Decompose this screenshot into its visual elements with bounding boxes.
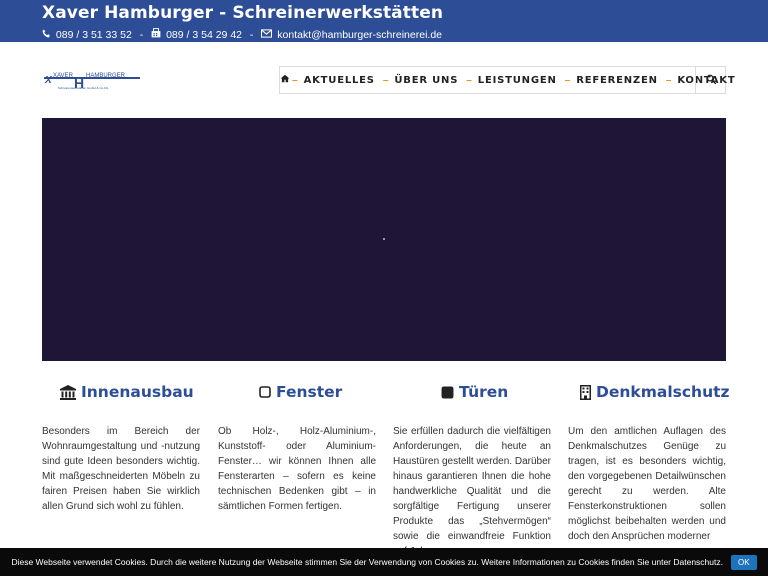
company-logo[interactable]: X XAVER H HAMBURGER Schreinerwerkstätten… bbox=[44, 68, 140, 92]
main-navigation: – AKTUELLES – ÜBER UNS – LEISTUNGEN – RE… bbox=[279, 66, 735, 94]
feature-title-tueren[interactable]: Türen bbox=[441, 380, 508, 404]
email-link[interactable]: kontakt@hamburger-schreinerei.de bbox=[277, 29, 442, 41]
nav-item-aktuelles[interactable]: AKTUELLES bbox=[304, 67, 375, 93]
contact-line: 089 / 3 51 33 52 - 089 / 3 54 29 42 - ko… bbox=[42, 28, 442, 41]
envelope-icon bbox=[261, 28, 273, 41]
search-button[interactable] bbox=[695, 67, 725, 93]
feature-text-innenausbau: Besonders im Bereich der Wohnraumgestalt… bbox=[42, 426, 200, 512]
nav-divider: – bbox=[292, 74, 298, 86]
feature-title-text: Türen bbox=[459, 383, 509, 401]
feature-title-text: Denkmalschutz bbox=[596, 383, 730, 401]
top-bar: Xaver Hamburger - Schreinerwerkstätten 0… bbox=[0, 0, 768, 42]
feature-text-tueren: Sie erfüllen dadurch die vielfältigen An… bbox=[393, 426, 551, 557]
phone-icon bbox=[42, 29, 51, 41]
hero-slider[interactable] bbox=[42, 118, 726, 361]
slider-loading-indicator bbox=[383, 238, 385, 240]
search-icon bbox=[706, 71, 716, 89]
separator: - bbox=[139, 28, 144, 41]
square-filled-icon bbox=[441, 386, 454, 399]
svg-text:Schreinerwerkstätten GmbH & Co: Schreinerwerkstätten GmbH & Co.KG bbox=[58, 86, 109, 90]
square-outline-icon bbox=[259, 386, 271, 398]
phone-number[interactable]: 089 / 3 51 33 52 bbox=[56, 29, 132, 41]
fax-number: 089 / 3 54 29 42 bbox=[166, 28, 242, 41]
nav-divider: – bbox=[382, 74, 389, 86]
nav-divider: – bbox=[466, 74, 472, 86]
cookie-ok-button[interactable]: OK bbox=[730, 554, 757, 570]
feature-text-fenster: Ob Holz-, Holz-Aluminium-, Kunststoff- o… bbox=[218, 426, 376, 512]
feature-title-innenausbau[interactable]: Innenausbau bbox=[60, 380, 194, 404]
feature-title-text: Innenausbau bbox=[81, 383, 194, 401]
nav-item-referenzen[interactable]: REFERENZEN bbox=[576, 67, 658, 93]
cookie-notice-text: Diese Webseite verwendet Cookies. Durch … bbox=[11, 557, 723, 567]
nav-item-ueber-uns[interactable]: ÜBER UNS bbox=[394, 67, 458, 93]
svg-text:HAMBURGER: HAMBURGER bbox=[86, 73, 126, 79]
nav-divider: – bbox=[564, 74, 571, 86]
feature-title-denkmalschutz[interactable]: Denkmalschutz bbox=[580, 380, 730, 404]
separator: - bbox=[249, 28, 254, 41]
svg-text:X: X bbox=[44, 75, 53, 86]
home-icon bbox=[280, 74, 290, 86]
cookie-notice: Diese Webseite verwendet Cookies. Durch … bbox=[0, 548, 768, 576]
nav-item-leistungen[interactable]: LEISTUNGEN bbox=[478, 67, 557, 93]
office-building-icon bbox=[580, 384, 591, 400]
feature-title-text: Fenster bbox=[276, 383, 343, 401]
feature-text-denkmalschutz: Um den amtlichen Auflagen des Denkmalsch… bbox=[568, 426, 726, 542]
nav-home[interactable] bbox=[280, 67, 290, 93]
building-icon bbox=[60, 384, 76, 400]
fax-icon bbox=[151, 28, 161, 41]
svg-text:XAVER: XAVER bbox=[53, 73, 74, 79]
site-title: Xaver Hamburger - Schreinerwerkstätten bbox=[42, 3, 444, 23]
feature-title-fenster[interactable]: Fenster bbox=[259, 380, 342, 404]
nav-divider: – bbox=[665, 74, 672, 86]
